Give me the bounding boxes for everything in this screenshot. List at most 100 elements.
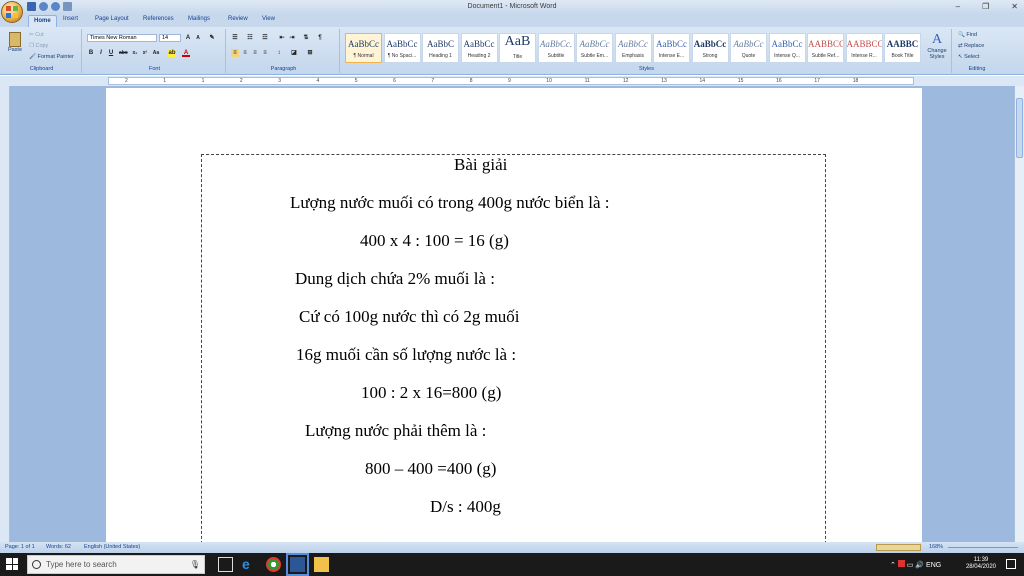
strikethrough-button[interactable]: abc [119, 49, 128, 57]
shrink-font-button[interactable]: A [194, 34, 202, 42]
scrollbar-thumb[interactable] [1016, 98, 1023, 158]
find-button[interactable]: 🔍 Find [958, 32, 977, 38]
style-emphasis[interactable]: AaBbCc Emphasis [614, 33, 652, 63]
tab-insert[interactable]: Insert [63, 16, 78, 22]
change-styles-icon: A [931, 32, 943, 47]
style-strong[interactable]: AaBbCc Strong [691, 33, 729, 63]
word-taskbar-icon[interactable] [286, 553, 309, 576]
style-subtitle[interactable]: AaBbCc. Subtitle [537, 33, 575, 63]
tab-page-layout[interactable]: Page Layout [95, 16, 129, 22]
zoom-slider[interactable] [948, 547, 1018, 548]
ruler-number: 8 [469, 78, 473, 84]
start-button[interactable] [6, 558, 18, 570]
shading-icon[interactable]: ◪ [290, 49, 298, 57]
style-no-spaci[interactable]: AaBbCc ¶ No Spaci... [383, 33, 421, 63]
tab-review[interactable]: Review [228, 16, 248, 22]
tab-references[interactable]: References [143, 16, 174, 22]
word-count[interactable]: Words: 62 [46, 544, 71, 550]
close-button[interactable]: ✕ [1011, 2, 1018, 11]
paste-button[interactable]: Paste [6, 32, 24, 60]
decrease-indent-icon[interactable]: ⇤ [278, 34, 286, 42]
line-spacing-icon[interactable]: ↕ [275, 49, 283, 57]
chrome-icon[interactable] [266, 557, 281, 572]
vertical-ruler[interactable] [0, 86, 10, 542]
sort-icon[interactable]: ⇅ [302, 34, 310, 42]
style-intense-q[interactable]: AaBbCc Intense Q... [768, 33, 806, 63]
replace-button[interactable]: ⇄ Replace [958, 43, 984, 49]
subscript-button[interactable]: x₂ [131, 49, 139, 57]
microphone-icon[interactable]: 🎙 [190, 556, 200, 573]
style-heading-2[interactable]: AaBbCc Heading 2 [460, 33, 498, 63]
style-sample: AABBCC [846, 39, 882, 49]
borders-icon[interactable]: ⊞ [306, 49, 314, 57]
highlight-button[interactable]: ab [168, 49, 176, 57]
italic-button[interactable]: I [97, 49, 105, 57]
tab-view[interactable]: View [262, 16, 275, 22]
page-count[interactable]: Page: 1 of 1 [5, 544, 35, 550]
show-hidden-icons[interactable]: ⌃ [890, 562, 896, 569]
align-center-icon[interactable]: ≡ [241, 49, 249, 57]
bold-button[interactable]: B [87, 49, 95, 57]
taskbar-search[interactable]: Type here to search 🎙 [27, 555, 205, 574]
ruler-number: 7 [431, 78, 435, 84]
antivirus-icon[interactable] [897, 560, 905, 567]
font-size-select[interactable]: 14 [159, 34, 181, 42]
search-placeholder: Type here to search [46, 560, 117, 569]
justify-icon[interactable]: ≡ [261, 49, 269, 57]
edge-icon[interactable]: e [242, 557, 257, 572]
format-painter-button[interactable]: 🖌 Format Painter [29, 54, 74, 60]
ruler-number: 6 [393, 78, 396, 84]
style-subtle-ref[interactable]: AABBCC Subtle Ref... [807, 33, 844, 63]
change-styles-button[interactable]: A Change Styles [924, 32, 950, 60]
language-indicator[interactable]: English (United States) [84, 544, 140, 550]
copy-button[interactable]: ❐ Copy [29, 43, 48, 49]
maximize-button[interactable]: ❐ [982, 2, 989, 11]
style-sample: AABBC [886, 39, 919, 49]
document-page[interactable]: Bài giải Lượng nước muối có trong 400g n… [106, 88, 922, 542]
task-view-icon[interactable] [218, 557, 233, 572]
font-color-button[interactable]: A [182, 49, 190, 57]
zoom-level[interactable]: 168% [929, 544, 943, 550]
volume-icon[interactable]: 🔊 [915, 562, 924, 569]
select-button[interactable]: ↖ Select [958, 54, 979, 60]
text-box[interactable]: Bài giải Lượng nước muối có trong 400g n… [201, 154, 826, 542]
ruler-number: 10 [546, 78, 552, 84]
clipboard-icon [9, 32, 21, 47]
align-left-icon[interactable]: ≡ [231, 49, 239, 57]
clear-formatting-icon[interactable]: ✎ [208, 34, 216, 42]
bullets-icon[interactable]: ☰ [231, 34, 239, 42]
clock[interactable]: 11:39 28/04/2020 [966, 557, 996, 571]
notification-icon[interactable] [1006, 559, 1016, 569]
superscript-button[interactable]: x² [141, 49, 149, 57]
change-case-button[interactable]: Aa [152, 49, 160, 57]
style-intense-r[interactable]: AABBCC Intense R... [845, 33, 883, 63]
tab-mailings[interactable]: Mailings [188, 16, 210, 22]
style-quote[interactable]: AaBbCc Quote [730, 33, 767, 63]
style-book-title[interactable]: AABBC Book Title [884, 33, 921, 63]
language-indicator-tray[interactable]: ENG [926, 562, 941, 569]
style-intense-e[interactable]: AaBbCc Intense E... [653, 33, 690, 63]
font-name-select[interactable]: Times New Roman [87, 34, 157, 42]
ruler-number: 1 [163, 78, 167, 84]
show-formatting-icon[interactable]: ¶ [316, 34, 324, 42]
increase-indent-icon[interactable]: ⇥ [288, 34, 296, 42]
format-painter-label: Format Painter [37, 54, 74, 60]
underline-button[interactable]: U [107, 49, 115, 57]
style-normal[interactable]: AaBbCc ¶ Normal [345, 33, 382, 63]
vertical-scrollbar[interactable] [1014, 86, 1024, 542]
grow-font-button[interactable]: A [184, 34, 192, 42]
numbering-icon[interactable]: ☷ [246, 34, 254, 42]
clock-time: 11:39 [973, 557, 989, 563]
office-button[interactable] [1, 1, 23, 23]
multilevel-list-icon[interactable]: ☲ [261, 34, 269, 42]
view-buttons[interactable] [876, 544, 921, 551]
network-icon[interactable]: ▭ [907, 562, 914, 569]
cut-button[interactable]: ✂ Cut [29, 32, 44, 38]
style-subtle-em[interactable]: AaBbCc Subtle Em... [576, 33, 613, 63]
horizontal-ruler[interactable]: 2 1 1 2 3 4 5 6 7 8 9 10 11 12 13 14 15 16 17 18 [0, 76, 1024, 86]
style-heading-1[interactable]: AaBbC Heading 1 [422, 33, 459, 63]
file-explorer-icon[interactable] [314, 557, 329, 572]
minimize-button[interactable]: – [956, 2, 960, 11]
style-title[interactable]: AaB Title [499, 33, 536, 63]
align-right-icon[interactable]: ≡ [251, 49, 259, 57]
